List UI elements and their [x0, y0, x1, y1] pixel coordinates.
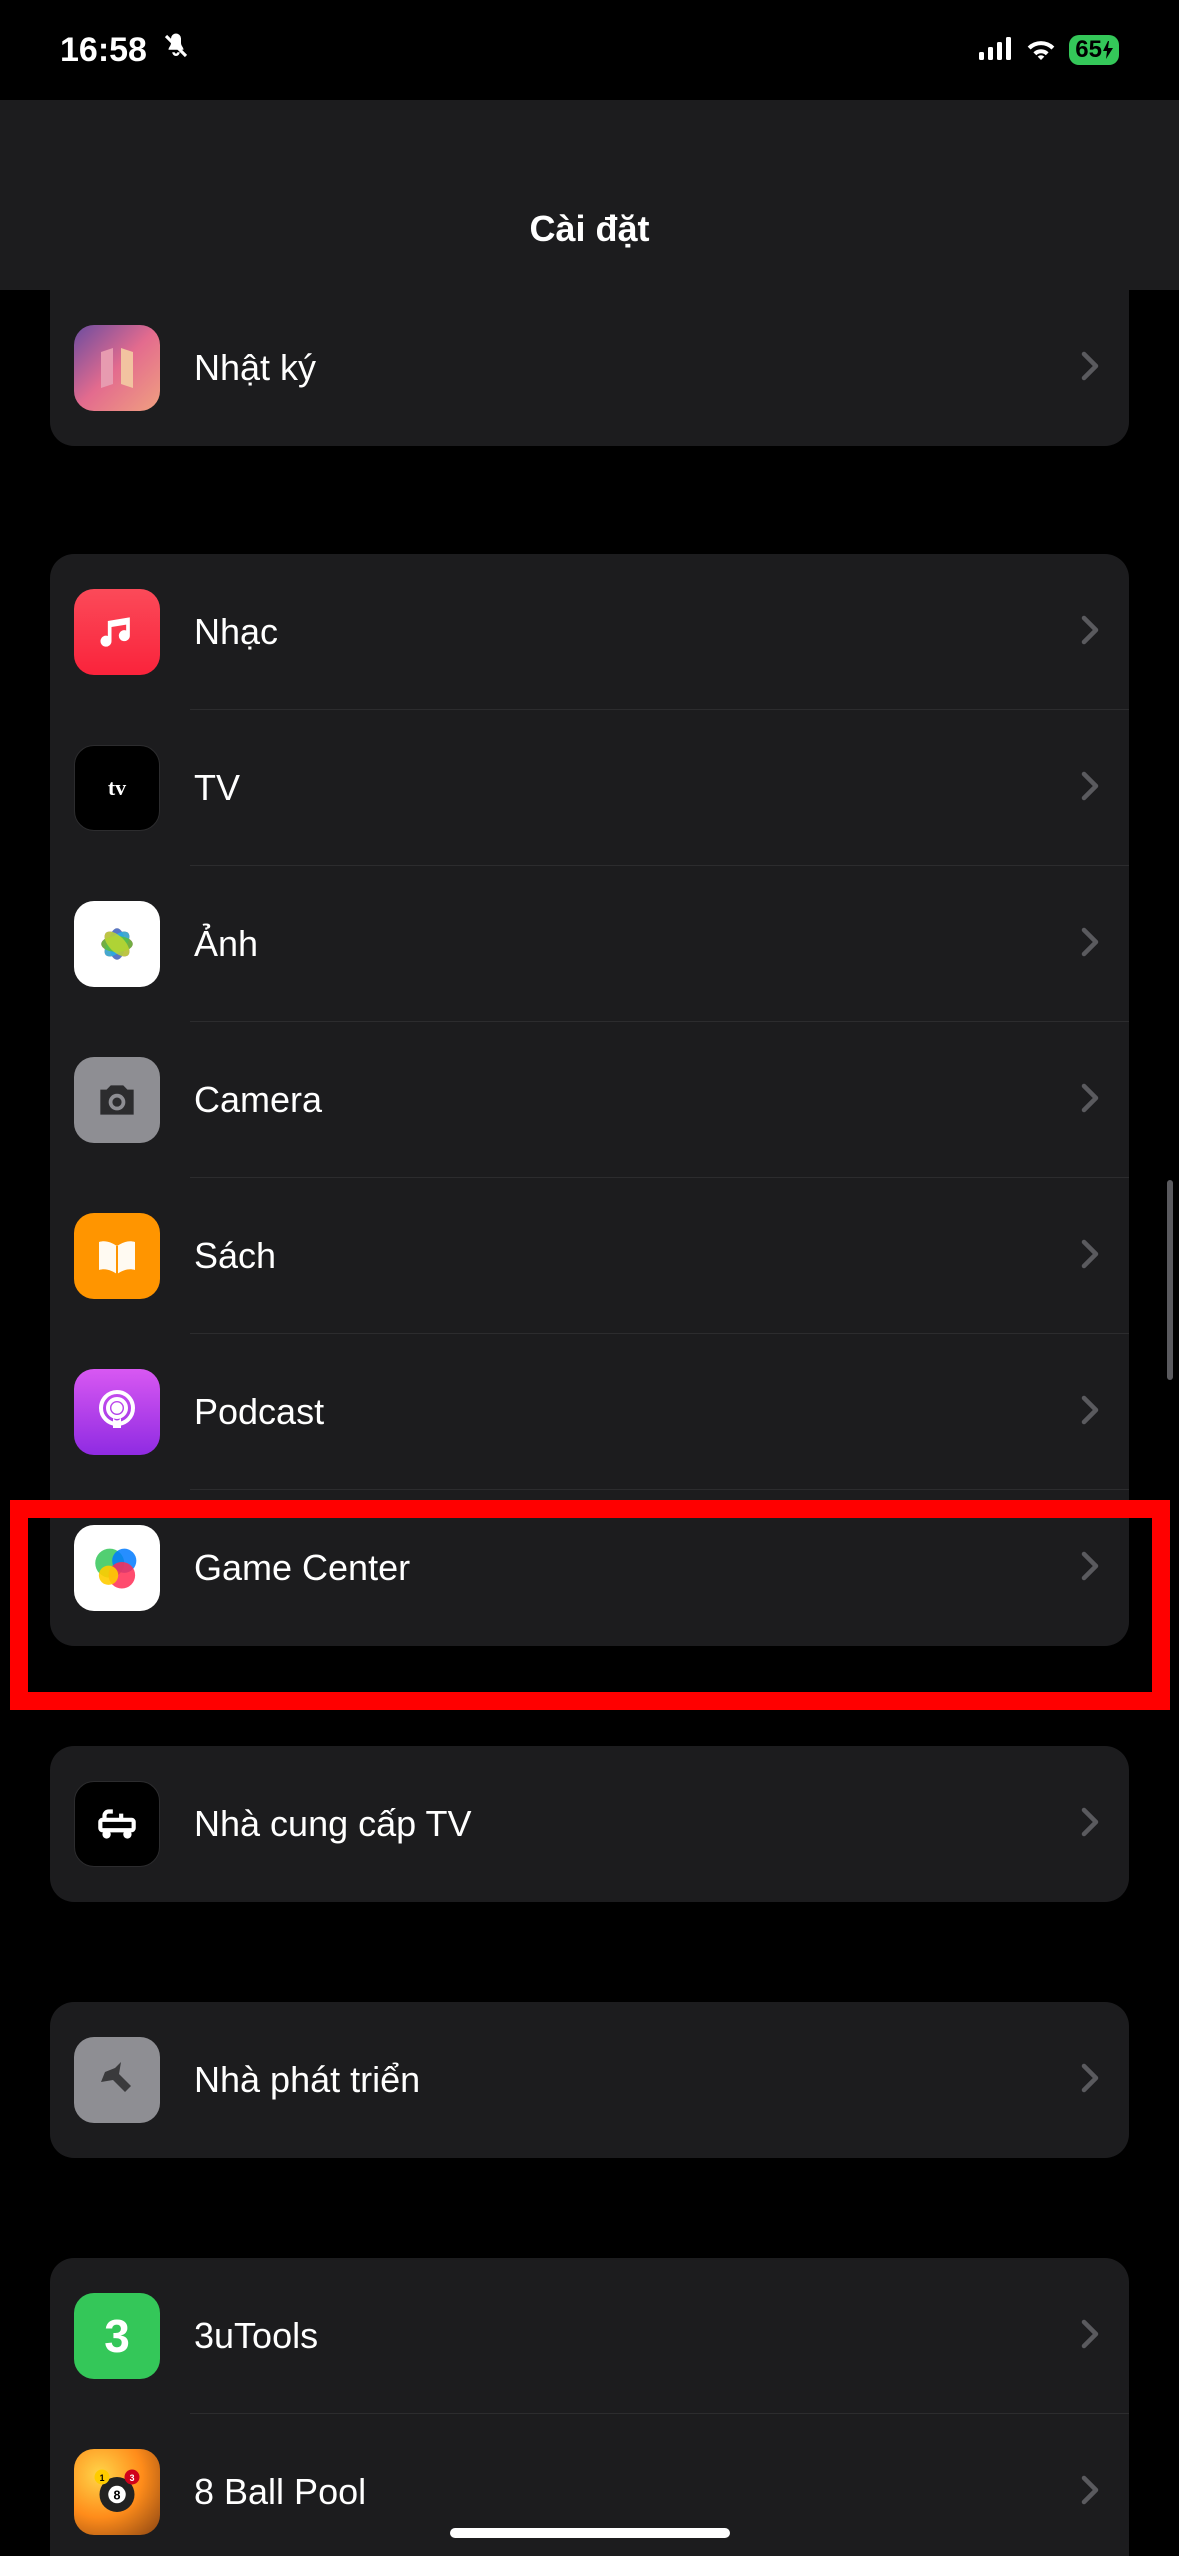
settings-row-label: 8 Ball Pool [194, 2471, 1081, 2513]
settings-row-label: Nhà cung cấp TV [194, 1803, 1081, 1845]
settings-content: Nhật ký Nhạc tv TV Ảnh [0, 290, 1179, 2556]
settings-group: Nhà cung cấp TV [50, 1746, 1129, 1902]
8ball-pool-icon: 81 3 [74, 2449, 160, 2535]
game-center-icon [74, 1525, 160, 1611]
settings-row-music[interactable]: Nhạc [50, 554, 1129, 710]
chevron-right-icon [1081, 1807, 1099, 1842]
music-icon [74, 589, 160, 675]
chevron-right-icon [1081, 2063, 1099, 2098]
settings-row-journal[interactable]: Nhật ký [50, 290, 1129, 446]
settings-row-developer[interactable]: Nhà phát triển [50, 2002, 1129, 2158]
svg-text:1: 1 [100, 2473, 105, 2483]
settings-row-label: Nhà phát triển [194, 2059, 1081, 2101]
settings-group: Nhạc tv TV Ảnh Camera [50, 554, 1129, 1646]
battery-indicator: 65 [1069, 35, 1119, 65]
chevron-right-icon [1081, 351, 1099, 386]
silent-mode-icon [161, 30, 191, 71]
settings-row-label: 3uTools [194, 2315, 1081, 2357]
camera-icon [74, 1057, 160, 1143]
settings-row-camera[interactable]: Camera [50, 1022, 1129, 1178]
chevron-right-icon [1081, 771, 1099, 806]
settings-row-label: Nhật ký [194, 347, 1081, 389]
cellular-signal-icon [979, 36, 1013, 65]
chevron-right-icon [1081, 2475, 1099, 2510]
journal-icon [74, 325, 160, 411]
chevron-right-icon [1081, 615, 1099, 650]
status-left: 16:58 [60, 30, 191, 71]
chevron-right-icon [1081, 1239, 1099, 1274]
tv-icon: tv [74, 745, 160, 831]
settings-group: 3 3uTools 813 8 Ball Pool A+ AI Tutor [50, 2258, 1129, 2556]
svg-text:3: 3 [130, 2473, 135, 2483]
page-title: Cài đặt [529, 208, 649, 250]
settings-row-label: Sách [194, 1235, 1081, 1277]
settings-row-gamecenter[interactable]: Game Center [50, 1490, 1129, 1646]
home-indicator[interactable] [450, 2528, 730, 2538]
settings-group: Nhật ký [50, 290, 1129, 446]
scroll-indicator[interactable] [1167, 1180, 1173, 1380]
battery-percent: 65 [1075, 36, 1102, 64]
settings-group: Nhà phát triển [50, 2002, 1129, 2158]
settings-row-tv[interactable]: tv TV [50, 710, 1129, 866]
settings-row-3utools[interactable]: 3 3uTools [50, 2258, 1129, 2414]
settings-row-label: Game Center [194, 1547, 1081, 1589]
chevron-right-icon [1081, 1551, 1099, 1586]
chevron-right-icon [1081, 927, 1099, 962]
settings-row-books[interactable]: Sách [50, 1178, 1129, 1334]
status-bar: 16:58 65 [0, 0, 1179, 100]
settings-row-label: Nhạc [194, 611, 1081, 653]
settings-row-label: Podcast [194, 1391, 1081, 1433]
books-icon [74, 1213, 160, 1299]
developer-icon [74, 2037, 160, 2123]
settings-row-photos[interactable]: Ảnh [50, 866, 1129, 1022]
settings-row-label: Camera [194, 1079, 1081, 1121]
settings-row-podcast[interactable]: Podcast [50, 1334, 1129, 1490]
status-time: 16:58 [60, 31, 147, 70]
photos-icon [74, 901, 160, 987]
svg-text:8: 8 [114, 2489, 121, 2503]
chevron-right-icon [1081, 1395, 1099, 1430]
chevron-right-icon [1081, 2319, 1099, 2354]
chevron-right-icon [1081, 1083, 1099, 1118]
nav-header: Cài đặt [0, 100, 1179, 290]
status-right: 65 [979, 35, 1119, 65]
tv-provider-icon [74, 1781, 160, 1867]
settings-row-label: TV [194, 767, 1081, 809]
wifi-icon [1025, 36, 1057, 65]
podcast-icon [74, 1369, 160, 1455]
3utools-icon: 3 [74, 2293, 160, 2379]
settings-row-label: Ảnh [194, 923, 1081, 965]
settings-row-tvprovider[interactable]: Nhà cung cấp TV [50, 1746, 1129, 1902]
